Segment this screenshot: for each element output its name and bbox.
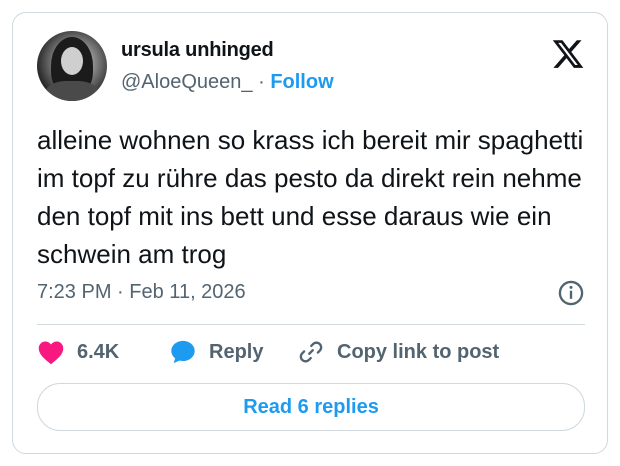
date-separator: · xyxy=(117,281,124,303)
tweet-date: Feb 11, 2026 xyxy=(129,281,246,303)
follow-button[interactable]: Follow xyxy=(270,71,333,93)
heart-icon xyxy=(38,341,64,365)
avatar-face xyxy=(61,47,83,75)
reply-label: Reply xyxy=(209,340,264,363)
tweet-text: alleine wohnen so krass ich bereit mir s… xyxy=(37,125,584,269)
handle-separator: · xyxy=(258,71,265,93)
action-bar: 6.4K Reply Copy link to post xyxy=(37,337,597,367)
reply-button[interactable]: Reply xyxy=(169,337,263,367)
like-button[interactable]: 6.4K xyxy=(37,337,119,367)
speech-bubble-icon xyxy=(171,340,195,364)
tweet-time: 7:23 PM xyxy=(37,281,112,303)
avatar-shirt xyxy=(45,81,99,101)
like-count: 6.4K xyxy=(77,340,120,363)
copy-link-label: Copy link to post xyxy=(337,340,500,363)
tweet-card: ursula unhinged @AloeQueen_ · Follow all… xyxy=(12,12,608,454)
tweet-timestamp[interactable]: 7:23 PM · Feb 11, 2026 xyxy=(37,281,246,304)
copy-link-button[interactable]: Copy link to post xyxy=(297,337,499,367)
author-handle-row: @AloeQueen_ · Follow xyxy=(121,71,334,94)
divider xyxy=(37,324,585,325)
link-icon xyxy=(299,341,323,363)
avatar[interactable] xyxy=(37,31,107,101)
info-icon[interactable] xyxy=(557,279,585,307)
author-name[interactable]: ursula unhinged xyxy=(121,39,274,62)
x-logo-icon[interactable] xyxy=(551,37,585,71)
read-replies-button[interactable]: Read 6 replies xyxy=(37,383,585,431)
author-handle[interactable]: @AloeQueen_ xyxy=(121,71,253,93)
